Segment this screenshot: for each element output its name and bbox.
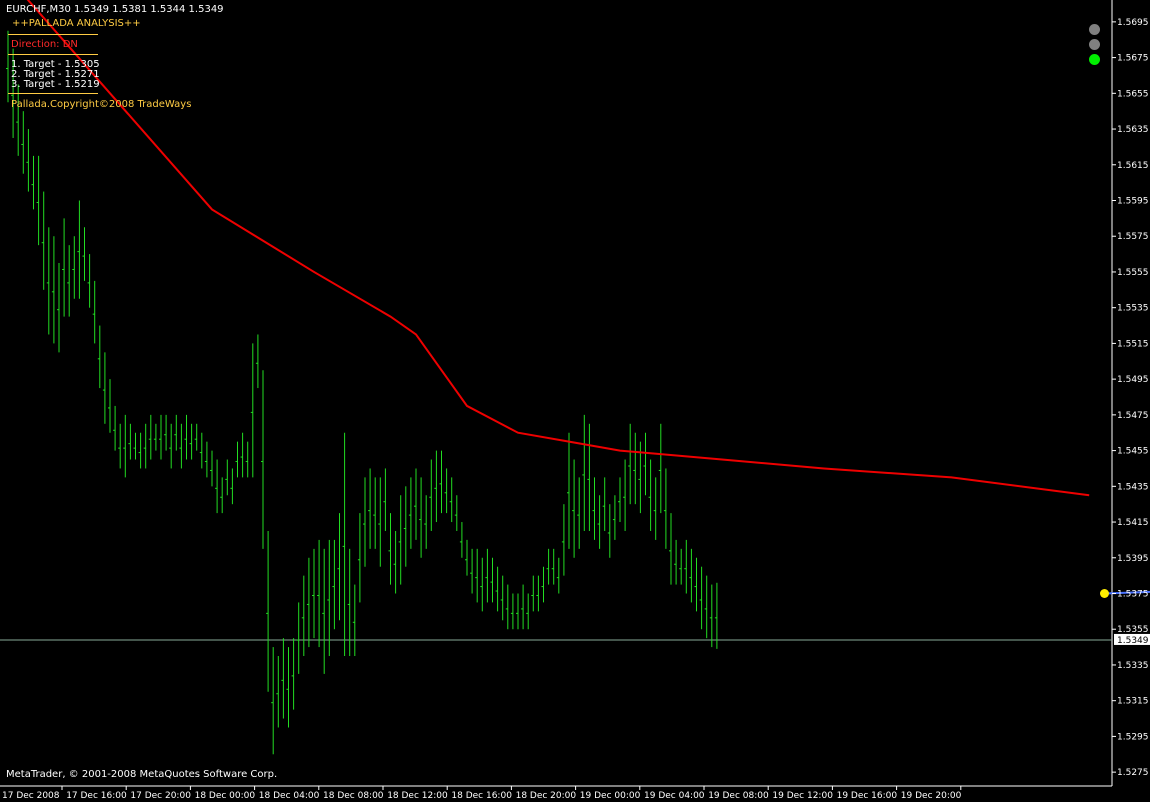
price-axis-label: 1.5555 — [1117, 268, 1149, 278]
price-axis-label: 1.5635 — [1117, 125, 1149, 135]
price-axis-label: 1.5375 — [1117, 590, 1149, 600]
pallada-copyright: Pallada.Copyright©2008 TradeWays — [11, 99, 192, 110]
time-axis-label: 17 Dec 2008 — [2, 791, 60, 801]
price-axis-label: 1.5455 — [1117, 447, 1149, 457]
target-3: 3. Target - 1.5219 — [11, 79, 100, 90]
pallada-panel-title: ++PALLADA ANALYSIS++ — [12, 18, 141, 29]
time-axis-label: 18 Dec 16:00 — [451, 791, 512, 801]
status-dot-3 — [1089, 54, 1100, 65]
price-axis-label: 1.5495 — [1117, 375, 1149, 385]
direction-label: Direction: DN — [11, 39, 78, 50]
panel-divider — [8, 34, 98, 35]
panel-divider — [8, 54, 98, 55]
price-chart[interactable]: 1.5695 1.5675 1.5655 1.5635 1.5615 1.5595 1.55… — [0, 0, 1150, 802]
last-price-tag-text: 1.5349 — [1117, 636, 1149, 646]
price-axis-label: 1.5355 — [1117, 625, 1149, 635]
status-dot-2 — [1089, 39, 1100, 50]
price-axis-label: 1.5335 — [1117, 661, 1149, 671]
moving-average-red — [26, 0, 1090, 497]
signal-marker — [1100, 589, 1109, 598]
time-axis-label: 19 Dec 16:00 — [837, 791, 898, 801]
time-axis-label: 19 Dec 20:00 — [901, 791, 962, 801]
chart-symbol-title: EURCHF,M30 1.5349 1.5381 1.5344 1.5349 — [6, 4, 224, 15]
price-axis-label: 1.5315 — [1117, 697, 1149, 707]
price-axis-label: 1.5675 — [1117, 54, 1149, 64]
time-axis-label: 18 Dec 20:00 — [516, 791, 577, 801]
price-axis-label: 1.5695 — [1117, 18, 1149, 28]
time-axis-label: 18 Dec 08:00 — [323, 791, 384, 801]
platform-copyright: MetaTrader, © 2001-2008 MetaQuotes Softw… — [6, 769, 278, 780]
panel-divider — [8, 93, 98, 94]
price-axis-label: 1.5595 — [1117, 197, 1149, 207]
time-axis-label: 18 Dec 12:00 — [387, 791, 448, 801]
time-axis-label: 18 Dec 04:00 — [259, 791, 320, 801]
price-axis-label: 1.5435 — [1117, 482, 1149, 492]
status-dot-1 — [1089, 24, 1100, 35]
price-axis-label: 1.5515 — [1117, 339, 1149, 349]
time-axis-label: 19 Dec 00:00 — [580, 791, 641, 801]
price-axis-label: 1.5395 — [1117, 554, 1149, 564]
price-axis-label: 1.5275 — [1117, 768, 1149, 778]
price-axis-label: 1.5575 — [1117, 232, 1149, 242]
time-axis-label: 19 Dec 12:00 — [772, 791, 833, 801]
price-axis-label: 1.5415 — [1117, 518, 1149, 528]
time-axis-label: 18 Dec 00:00 — [195, 791, 256, 801]
time-axis-label: 17 Dec 16:00 — [66, 791, 127, 801]
time-axis-label: 19 Dec 08:00 — [708, 791, 769, 801]
time-axis-label: 17 Dec 20:00 — [130, 791, 191, 801]
price-axis-label: 1.5615 — [1117, 161, 1149, 171]
price-axis-label: 1.5475 — [1117, 411, 1149, 421]
price-axis-label: 1.5535 — [1117, 304, 1149, 314]
price-axis-label: 1.5295 — [1117, 732, 1149, 742]
price-axis-label: 1.5655 — [1117, 89, 1149, 99]
time-axis-label: 19 Dec 04:00 — [644, 791, 705, 801]
